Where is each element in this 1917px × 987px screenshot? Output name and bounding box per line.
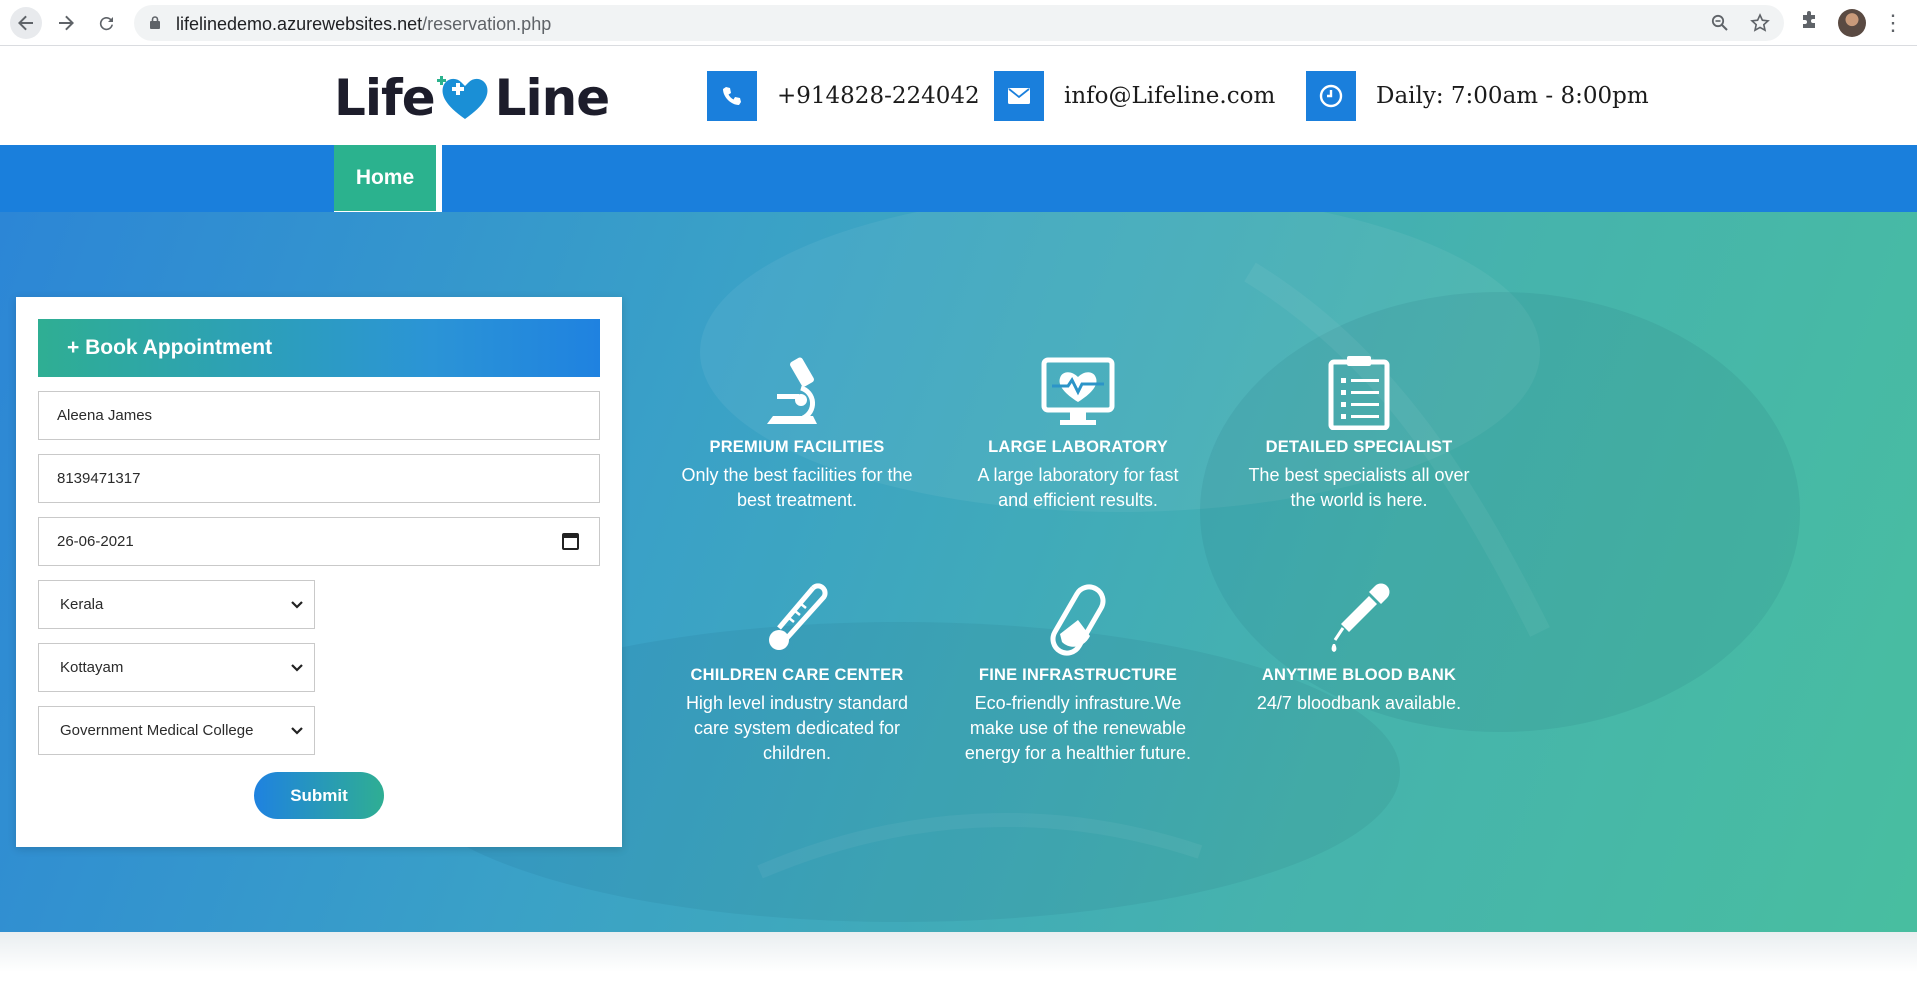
microscope-icon [767,357,817,424]
book-appointment-title: + Book Appointment [38,319,600,377]
chevron-down-icon [291,601,303,609]
phone-number[interactable]: +914828-224042 [777,83,980,109]
phone-input-value: 8139471317 [57,470,141,487]
arrow-left-icon [18,15,33,31]
feature-premium-facilities: PREMIUM FACILITIES Only the best facilit… [662,354,932,513]
site-header: Life Line +914828-224042 info@Lifeline.c… [0,46,1917,145]
thermometer-icon [769,583,828,650]
url-host: lifelinedemo.azurewebsites.net [176,14,423,34]
url-path: /reservation.php [422,14,552,34]
state-select-value: Kerala [60,596,104,613]
forward-button[interactable] [50,7,82,39]
state-select[interactable]: Kerala [38,580,315,629]
main-nav: Home [0,145,1917,217]
appointment-form-card: + Book Appointment Aleena James 81394713… [16,297,622,847]
feature-children-care-center: CHILDREN CARE CENTER High level industry… [662,582,932,766]
contact-hours: Daily: 7:00am - 8:00pm [1306,70,1649,122]
feature-description-line: A large laboratory for fast [977,465,1179,485]
feature-fine-infrastructure: FINE INFRASTRUCTURE Eco-friendly infrast… [943,582,1213,766]
logo-text-right: Line [494,69,611,127]
heart-cross-icon [436,76,488,119]
clock-icon [1306,71,1356,121]
nav-home-tab[interactable]: Home [334,145,442,217]
calendar-icon[interactable] [562,533,579,550]
contact-email: info@Lifeline.com [994,70,1275,122]
chevron-down-icon [291,727,303,735]
arrow-right-icon [59,15,74,31]
lifeline-logo[interactable]: Life Line [334,68,611,128]
clipboard-icon [1328,356,1390,430]
phone-input[interactable]: 8139471317 [38,454,600,503]
feature-title: PREMIUM FACILITIES [709,438,885,456]
feature-description-line: the world is here. [1290,490,1428,510]
feature-title: CHILDREN CARE CENTER [690,666,904,684]
profile-avatar[interactable] [1838,9,1866,37]
hospital-select[interactable]: Government Medical College [38,706,315,755]
submit-button[interactable]: Submit [254,772,384,819]
more-menu-icon[interactable]: ⋮ [1882,8,1904,38]
feature-title: DETAILED SPECIALIST [1265,438,1453,456]
feature-title: LARGE LABORATORY [988,438,1168,456]
date-input-value: 26-06-2021 [57,533,134,550]
feature-title: ANYTIME BLOOD BANK [1261,666,1457,684]
lock-icon [150,16,160,29]
feature-large-laboratory: LARGE LABORATORY A large laboratory for … [943,354,1213,513]
feature-description-line: The best specialists all over [1248,465,1470,485]
zoom-icon[interactable] [1708,11,1732,35]
logo-text-left: Life [334,69,436,127]
url-text: lifelinedemo.azurewebsites.net/reservati… [176,14,551,35]
district-select-value: Kottayam [60,659,124,676]
browser-toolbar: lifelinedemo.azurewebsites.net/reservati… [0,0,1917,46]
envelope-icon [994,71,1044,121]
dropper-icon [1331,583,1390,652]
feature-detailed-specialist: DETAILED SPECIALIST The best specialists… [1224,354,1494,513]
feature-description-line: Only the best facilities for the [681,465,913,485]
email-address[interactable]: info@Lifeline.com [1064,83,1275,109]
heart-monitor-icon [1041,357,1115,425]
opening-hours: Daily: 7:00am - 8:00pm [1376,83,1649,109]
back-button[interactable] [10,7,42,39]
hospital-select-value: Government Medical College [60,722,254,739]
feature-description-line: 24/7 bloodbank available. [1256,693,1462,713]
reload-button[interactable] [91,7,123,39]
feature-description-line: care system dedicated for [693,718,901,738]
bookmark-star-icon[interactable] [1748,11,1772,35]
date-input[interactable]: 26-06-2021 [38,517,600,566]
feature-description-line: energy for a healthier future. [964,743,1192,763]
feature-anytime-blood-bank: ANYTIME BLOOD BANK 24/7 bloodbank availa… [1224,582,1494,716]
chevron-down-icon [291,664,303,672]
phone-icon [707,71,757,121]
feature-description-line: and efficient results. [998,490,1158,510]
pill-icon [1050,584,1106,656]
district-select[interactable]: Kottayam [38,643,315,692]
reload-icon [99,17,113,31]
hero-bottom-shadow [0,932,1917,972]
feature-title: FINE INFRASTRUCTURE [978,666,1178,684]
address-bar[interactable]: lifelinedemo.azurewebsites.net/reservati… [134,5,1784,41]
feature-description-line: best treatment. [736,490,858,510]
feature-description-line: High level industry standard [685,693,909,713]
feature-description-line: make use of the renewable [969,718,1187,738]
contact-phone: +914828-224042 [707,70,980,122]
feature-description-line: Eco-friendly infrasture.We [974,693,1182,713]
name-input[interactable]: Aleena James [38,391,600,440]
name-input-value: Aleena James [57,407,153,424]
extensions-puzzle-icon[interactable] [1798,10,1824,36]
feature-description-line: children. [762,743,832,763]
